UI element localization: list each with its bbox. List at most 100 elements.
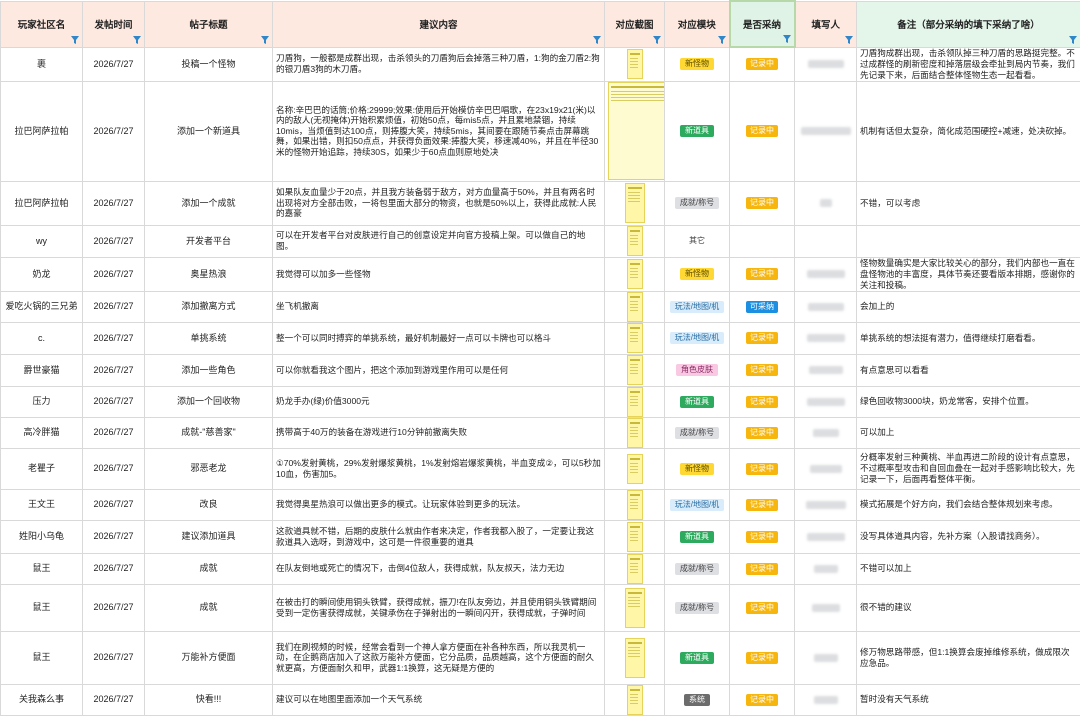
cell-note[interactable]: 很不错的建议 <box>857 584 1080 631</box>
cell-screenshot[interactable] <box>605 553 665 584</box>
table-row[interactable]: 鼠王2026/7/27成就在队友倒地或死亡的情况下，击倒4位敌人，获得成就，队友… <box>1 553 1080 584</box>
cell-writer[interactable] <box>795 631 857 684</box>
cell-module[interactable]: 成就/称号 <box>665 181 730 225</box>
cell-adopt-status[interactable]: 记录中 <box>730 631 795 684</box>
cell-screenshot[interactable] <box>605 417 665 448</box>
cell-suggestion[interactable]: 在队友倒地或死亡的情况下，击倒4位敌人，获得成就，队友叔天，法力无边 <box>273 553 605 584</box>
cell-screenshot[interactable] <box>605 291 665 322</box>
cell-post-date[interactable]: 2026/7/27 <box>83 520 145 553</box>
filter-icon[interactable] <box>845 36 853 44</box>
cell-player-name[interactable]: 拉巴阿萨拉帕 <box>1 81 83 181</box>
cell-screenshot[interactable] <box>605 354 665 386</box>
cell-note[interactable]: 暂时没有天气系统 <box>857 684 1080 715</box>
cell-writer[interactable] <box>795 257 857 291</box>
cell-post-date[interactable]: 2026/7/27 <box>83 448 145 489</box>
cell-module[interactable]: 新怪物 <box>665 47 730 81</box>
cell-module[interactable]: 新怪物 <box>665 257 730 291</box>
cell-player-name[interactable]: wy <box>1 225 83 257</box>
cell-adopt-status[interactable]: 记录中 <box>730 489 795 520</box>
cell-post-title[interactable]: 投稿一个怪物 <box>145 47 273 81</box>
screenshot-thumbnail[interactable] <box>625 183 645 223</box>
cell-player-name[interactable]: 爱吃火锅的三兄弟 <box>1 291 83 322</box>
screenshot-thumbnail[interactable] <box>627 454 643 484</box>
cell-suggestion[interactable]: 整一个可以同时搏弈的单挑系统，最好机制最好一点可以卡牌也可以格斗 <box>273 322 605 354</box>
filter-icon[interactable] <box>653 36 661 44</box>
cell-screenshot[interactable] <box>605 520 665 553</box>
cell-player-name[interactable]: 高冷胖猫 <box>1 417 83 448</box>
cell-note[interactable]: 怪物数量确实是大家比较关心的部分，我们内部也一直在盘怪物池的丰富度，具体节奏还要… <box>857 257 1080 291</box>
filter-icon[interactable] <box>718 36 726 44</box>
screenshot-thumbnail[interactable] <box>627 355 643 385</box>
cell-writer[interactable] <box>795 448 857 489</box>
column-header-name[interactable]: 玩家社区名 <box>1 1 83 47</box>
cell-suggestion[interactable]: 携带高于40万的装备在游戏进行10分钟前撤离失败 <box>273 417 605 448</box>
cell-writer[interactable] <box>795 291 857 322</box>
cell-note[interactable]: 不错，可以考虑 <box>857 181 1080 225</box>
cell-post-title[interactable]: 成就-"慈善家" <box>145 417 273 448</box>
cell-writer[interactable] <box>795 181 857 225</box>
filter-icon[interactable] <box>1069 36 1077 44</box>
cell-post-title[interactable]: 单挑系统 <box>145 322 273 354</box>
column-header-shot[interactable]: 对应截图 <box>605 1 665 47</box>
cell-post-date[interactable]: 2026/7/27 <box>83 684 145 715</box>
table-row[interactable]: c.2026/7/27单挑系统整一个可以同时搏弈的单挑系统，最好机制最好一点可以… <box>1 322 1080 354</box>
screenshot-thumbnail[interactable] <box>608 82 665 180</box>
table-row[interactable]: 鼠王2026/7/27成就在被击打的瞬间使用铜头铁臂，获得成就，振刀!在队友旁边… <box>1 584 1080 631</box>
cell-module[interactable]: 新道具 <box>665 631 730 684</box>
cell-suggestion[interactable]: 这款道具就不错，后期的皮肤什么就由作者来决定，作者我都入股了，一定要让我这款道具… <box>273 520 605 553</box>
screenshot-thumbnail[interactable] <box>627 259 643 289</box>
cell-writer[interactable] <box>795 354 857 386</box>
table-row[interactable]: wy2026/7/27开发者平台可以在开发者平台对皮肤进行自己的创意设定并向官方… <box>1 225 1080 257</box>
cell-post-date[interactable]: 2026/7/27 <box>83 417 145 448</box>
cell-post-date[interactable]: 2026/7/27 <box>83 322 145 354</box>
cell-adopt-status[interactable]: 记录中 <box>730 386 795 417</box>
cell-module[interactable]: 成就/称号 <box>665 417 730 448</box>
cell-adopt-status[interactable]: 记录中 <box>730 684 795 715</box>
cell-suggestion[interactable]: 如果队友血量少于20点，并且我方装备弱于敌方，对方血量高于50%，并且有两名时出… <box>273 181 605 225</box>
cell-writer[interactable] <box>795 520 857 553</box>
cell-adopt-status[interactable]: 记录中 <box>730 257 795 291</box>
cell-writer[interactable] <box>795 489 857 520</box>
cell-adopt-status[interactable] <box>730 225 795 257</box>
cell-screenshot[interactable] <box>605 386 665 417</box>
table-row[interactable]: 鼠王2026/7/27万能补方便面我们在刷视频的时候，经常会看到一个神人拿方便面… <box>1 631 1080 684</box>
cell-screenshot[interactable] <box>605 47 665 81</box>
cell-writer[interactable] <box>795 386 857 417</box>
cell-module[interactable]: 玩法/地图/机 <box>665 322 730 354</box>
cell-note[interactable]: 修万物思路带感，但1:1换算会废掉维修系统，做成限次应急品。 <box>857 631 1080 684</box>
cell-suggestion[interactable]: 我觉得可以加多一些怪物 <box>273 257 605 291</box>
cell-suggestion[interactable]: 我觉得奥星热浪可以做出更多的模式。让玩家体验到更多的玩法。 <box>273 489 605 520</box>
cell-player-name[interactable]: 关我森么事 <box>1 684 83 715</box>
cell-player-name[interactable]: 王文王 <box>1 489 83 520</box>
cell-player-name[interactable]: 鼠王 <box>1 631 83 684</box>
cell-note[interactable]: 没写具体道具内容，先补方案（入股请找商务）。 <box>857 520 1080 553</box>
cell-writer[interactable] <box>795 322 857 354</box>
cell-post-date[interactable]: 2026/7/27 <box>83 257 145 291</box>
cell-module[interactable]: 新怪物 <box>665 448 730 489</box>
screenshot-thumbnail[interactable] <box>627 49 643 79</box>
cell-note[interactable]: 会加上的 <box>857 291 1080 322</box>
cell-module[interactable]: 成就/称号 <box>665 584 730 631</box>
column-header-date[interactable]: 发帖时间 <box>83 1 145 47</box>
cell-screenshot[interactable] <box>605 181 665 225</box>
cell-note[interactable]: 不错可以加上 <box>857 553 1080 584</box>
filter-icon[interactable] <box>133 36 141 44</box>
cell-module[interactable]: 新道具 <box>665 386 730 417</box>
table-row[interactable]: 爵世豪猫2026/7/27添加一些角色可以你就看我这个图片，把这个添加到游戏里作… <box>1 354 1080 386</box>
cell-module[interactable]: 角色皮肤 <box>665 354 730 386</box>
cell-post-title[interactable]: 成就 <box>145 553 273 584</box>
cell-post-date[interactable]: 2026/7/27 <box>83 489 145 520</box>
cell-module[interactable]: 玩法/地图/机 <box>665 489 730 520</box>
cell-post-title[interactable]: 邪恶老龙 <box>145 448 273 489</box>
screenshot-thumbnail[interactable] <box>625 588 645 628</box>
cell-suggestion[interactable]: 我们在刷视频的时候，经常会看到一个神人拿方便面在补各种东西，所以我灵机一动，在企… <box>273 631 605 684</box>
column-header-note[interactable]: 备注（部分采纳的填下采纳了啥） <box>857 1 1080 47</box>
cell-screenshot[interactable] <box>605 448 665 489</box>
cell-suggestion[interactable]: ①70%发射黄桃，29%发射爆浆黄桃，1%发射熔岩爆浆黄桃，半血变成②，可以5秒… <box>273 448 605 489</box>
cell-player-name[interactable]: 奶龙 <box>1 257 83 291</box>
cell-adopt-status[interactable]: 记录中 <box>730 47 795 81</box>
cell-player-name[interactable]: c. <box>1 322 83 354</box>
filter-icon[interactable] <box>783 35 791 43</box>
filter-icon[interactable] <box>593 36 601 44</box>
cell-player-name[interactable]: 压力 <box>1 386 83 417</box>
